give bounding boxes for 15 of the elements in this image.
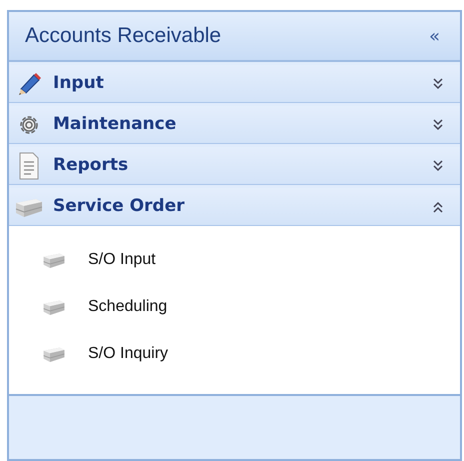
chevron-down-icon <box>432 78 444 90</box>
group-header[interactable]: Service Order <box>9 188 460 226</box>
menu-item[interactable]: S/O Input <box>9 240 460 280</box>
menu-item[interactable]: Scheduling <box>9 287 460 327</box>
group-header[interactable]: Input <box>9 65 460 103</box>
document-icon <box>18 152 40 180</box>
chevron-down-icon <box>432 160 444 172</box>
collapse-button[interactable]: « <box>424 22 444 50</box>
chevron-down-icon <box>432 118 444 130</box>
menu-item[interactable]: S/O Inquiry <box>9 334 460 374</box>
chevron-up-icon <box>432 200 444 212</box>
panel-title: Accounts Receivable <box>25 23 222 50</box>
group-header[interactable]: Reports <box>9 147 460 185</box>
group-header[interactable]: Maintenance <box>9 106 460 144</box>
pencil-icon <box>16 70 42 96</box>
